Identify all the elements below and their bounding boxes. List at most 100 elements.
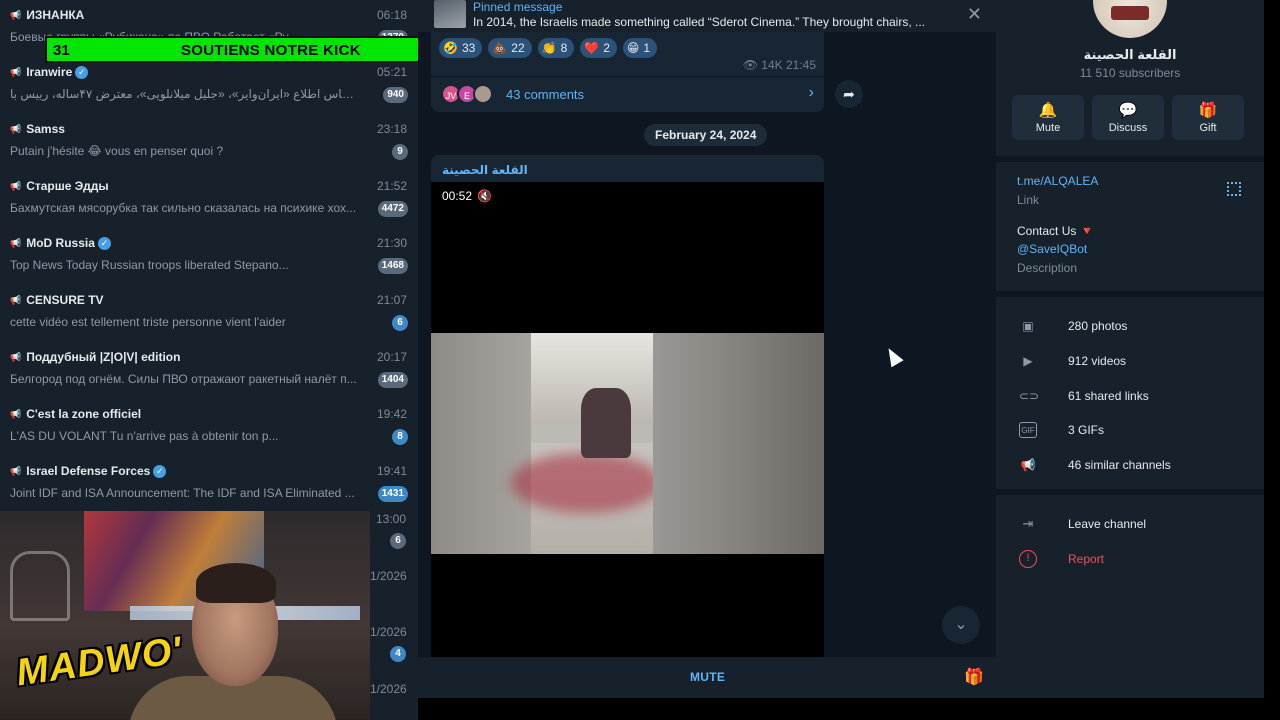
channel-avatar[interactable] [1093,0,1167,38]
channel-icon: 📢 [10,465,22,476]
scroll-down-icon[interactable]: ⌄ [942,606,980,644]
post-meta: 👁 14K 21:45 [743,58,816,72]
chevron-right-icon[interactable]: › [809,84,814,102]
frame-stain [511,453,661,513]
pinned-thumbnail [434,0,466,28]
comments-link[interactable]: 43 comments [506,87,584,102]
qr-code-icon[interactable] [1227,182,1241,196]
row-label: 280 photos [1068,319,1128,333]
unread-badge: 1404 [377,372,408,388]
chat-title: Iranwire [26,65,73,79]
leave-channel-button[interactable]: ⇥ Leave channel [996,507,1264,541]
chat-list: 📢ИЗНАНКА 06:18 Боевые группы «Рубикона» … [0,0,418,720]
photos-row[interactable]: ▣ 280 photos [996,309,1264,343]
reaction-button[interactable]: 😁 1 [622,38,658,58]
chat-time: 21:07 [376,293,407,307]
gift-icon[interactable]: 🎁 [964,667,984,687]
reaction-button[interactable]: 🤣 33 [439,38,483,58]
video-player[interactable]: 00:52 🔇 [431,182,824,658]
videos-row[interactable]: ▶ 912 videos [996,344,1264,378]
unread-badge: 1468 [377,258,408,274]
links-row[interactable]: ⊂⊃ 61 shared links [996,379,1264,413]
chat-title: CENSURE TV [26,293,104,307]
alert-icon: ! [1019,550,1037,568]
chat-item-starshe-eddy[interactable]: 📢 Старше Эдды 21:52 Бахмутская мясорубка … [0,171,418,228]
chat-item-zone-officiel[interactable]: 📢 C'est la zone officiel 19:42 L'AS DU VO… [0,399,418,456]
chat-item-mod-russia[interactable]: 📢 MoD Russia ✓ 21:30 Top News Today Russia… [0,228,418,285]
row-label: 912 videos [1068,354,1127,368]
unread-badge: 6 [392,315,408,331]
speaker-muted-icon[interactable]: 🔇 [477,189,492,203]
channel-header: القلعة الحصينة 11 510 subscribers 🔔 Mute… [996,0,1264,156]
pinned-message-bar[interactable]: Pinned message In 2014, the Israelis mad… [418,0,996,32]
chat-time: 05:21 [376,65,407,79]
mute-channel-button[interactable]: 🔔 Mute [1012,95,1084,140]
unread-badge: 9 [392,144,408,160]
streamer-hair [196,563,276,603]
commenter-avatars: JV E [441,84,493,104]
row-label: Leave channel [1068,517,1147,531]
button-label: Gift [1199,122,1217,134]
chat-preview: L'AS DU VOLANT Tu n'arrive pas à obtenir… [10,429,279,443]
chat-title: Поддубный |Z|O|V| edition [26,350,181,364]
chat-item-poddubny[interactable]: 📢 Поддубный |Z|O|V| edition 20:17 Белгоро… [0,342,418,399]
mute-button[interactable]: MUTE [690,670,725,684]
chat-item-censure-tv[interactable]: 📢 CENSURE TV 21:07 cette vidéo est tellem… [0,285,418,342]
report-button[interactable]: ! Report [996,542,1264,576]
previous-post: 🤣 33 💩 22 👏 8 ❤️ 2 😁 1 👁 14K 21:45 JV E 43 co… [431,32,824,112]
chat-item-iranwire[interactable]: 📢 Iranwire✓ 05:21 بر اساس اطلاع «ایران‌وا… [0,57,418,114]
megaphone-icon: 📢 [1020,458,1036,472]
divider [431,76,824,77]
reaction-button[interactable]: ❤️ 2 [580,38,617,58]
pinned-label: Pinned message [473,0,563,14]
video-icon: ▶ [1023,354,1033,368]
unread-badge: 4 [390,646,406,662]
discuss-button[interactable]: 💬 Discuss [1092,95,1164,140]
share-icon[interactable]: ➦ [835,80,863,108]
chat-item-samss[interactable]: 📢 Samss 23:18 Putain j'hésite 😂 vous en p… [0,114,418,171]
unread-badge: 4472 [377,201,408,217]
post-author[interactable]: القلعة الحصينة [442,163,528,177]
video-duration: 00:52 [442,189,473,203]
chat-item-idf[interactable]: 📢 Israel Defense Forces ✓ 19:41 Joint IDF … [0,456,418,513]
chat-icon: 💬 [1118,102,1138,119]
chat-time: 1/2026 [370,569,407,583]
channel-link[interactable]: t.me/ALQALEA [1017,174,1098,188]
frame-figure [581,388,631,458]
chat-preview: Joint IDF and ISA Announcement: The IDF … [10,486,355,500]
shared-media: ▣ 280 photos ▶ 912 videos ⊂⊃ 61 shared l… [996,297,1264,489]
reaction-button[interactable]: 💩 22 [488,38,532,58]
channel-icon: 📢 [10,351,22,362]
row-label: 61 shared links [1068,389,1149,403]
chat-time: 19:41 [376,464,407,478]
gifs-row[interactable]: GIF 3 GIFs [996,413,1264,447]
channel-icon: 📢 [10,123,22,134]
chat-time: 06:18 [376,8,407,22]
ring-lamp [10,551,70,621]
chat-time: 1/2026 [370,625,407,639]
button-label: Mute [1035,122,1061,134]
eye-icon: 👁 [742,58,758,72]
close-icon[interactable]: ✕ [967,4,982,25]
bot-link[interactable]: @SaveIQBot [1017,242,1087,256]
chat-time: 20:17 [376,350,407,364]
similar-channels-row[interactable]: 📢 46 similar channels [996,448,1264,482]
screen-edge [1264,0,1280,720]
chat-preview: Top News Today Russian troops liberated … [10,258,289,272]
channel-icon: 📢 [10,180,22,191]
gift-button[interactable]: 🎁 Gift [1172,95,1244,140]
chat-preview: cette vidéo est tellement triste personn… [10,315,286,329]
contact-text: Contact Us 🔻 [1017,224,1095,238]
chat-time: 21:52 [376,179,407,193]
photo-icon: ▣ [1022,319,1034,333]
unread-badge: 8 [392,429,408,445]
channel-icon: 📢 [10,408,22,419]
chat-title: MoD Russia [26,236,95,250]
unread-badge: 6 [390,533,406,549]
webcam-overlay: MADWO' [0,511,370,720]
frame-wall [431,333,531,554]
reaction-button[interactable]: 👏 8 [537,38,575,58]
channel-icon: 📢 [10,66,22,77]
video-frame [431,333,824,554]
chat-time: 13:00 [376,512,407,526]
